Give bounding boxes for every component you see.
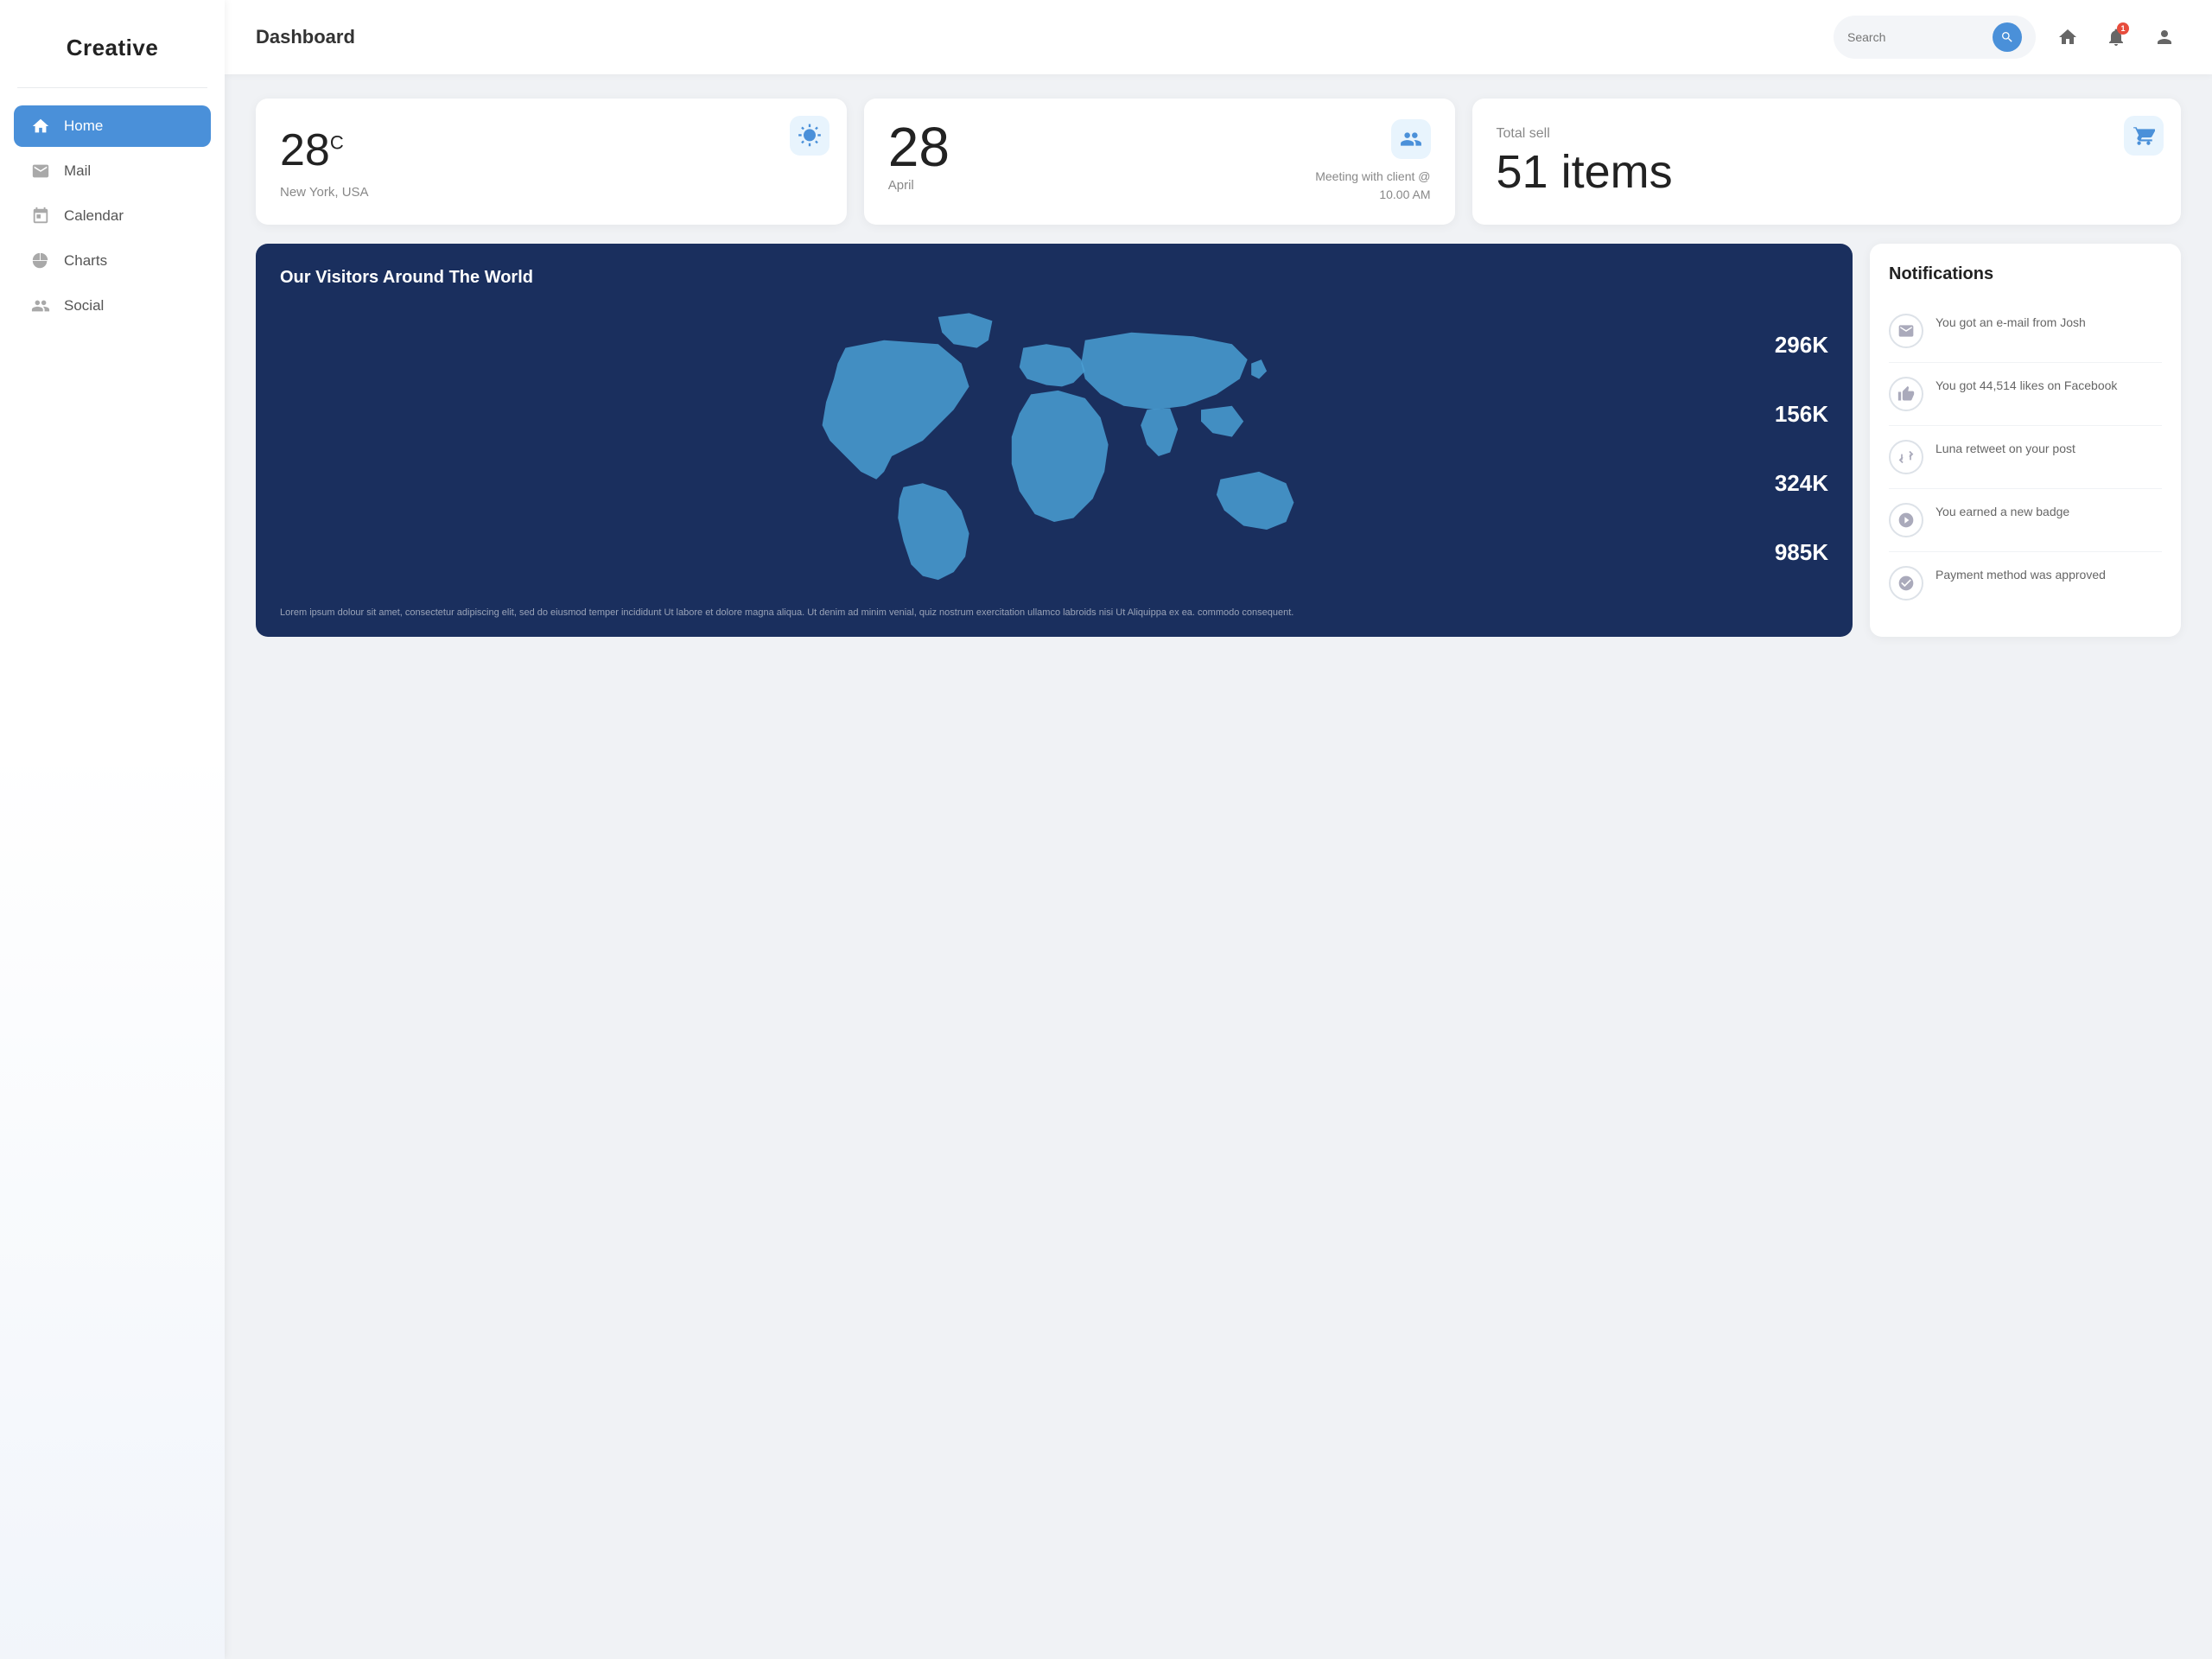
- payment-notification-icon: [1889, 566, 1923, 601]
- calendar-card: 28 April Meeting with client @ 10.00 AM: [864, 99, 1455, 225]
- notification-badge: 1: [2117, 22, 2129, 35]
- header: Dashboard 1: [225, 0, 2212, 74]
- meeting-description: Meeting with client @ 10.00 AM: [1301, 168, 1431, 204]
- page-title: Dashboard: [256, 26, 355, 48]
- retweet-notification-text: Luna retweet on your post: [1936, 440, 2075, 458]
- sidebar-item-charts[interactable]: Charts: [14, 240, 211, 282]
- calendar-month: April: [888, 178, 950, 193]
- sidebar-item-home[interactable]: Home: [14, 105, 211, 147]
- charts-icon: [31, 251, 50, 270]
- user-profile-button[interactable]: [2148, 21, 2181, 54]
- weather-location: New York, USA: [280, 185, 823, 200]
- notification-item-retweet: Luna retweet on your post: [1889, 426, 2162, 489]
- sidebar-divider: [17, 87, 207, 88]
- sidebar-item-calendar-label: Calendar: [64, 207, 124, 225]
- notifications-list: You got an e-mail from Josh You got 44,5…: [1889, 300, 2162, 614]
- facebook-notification-text: You got 44,514 likes on Facebook: [1936, 377, 2117, 395]
- sidebar-item-home-label: Home: [64, 118, 103, 135]
- sidebar-item-social-label: Social: [64, 297, 104, 315]
- sidebar-item-mail-label: Mail: [64, 162, 91, 180]
- world-stat-3: 985K: [1775, 539, 1828, 566]
- sell-card: Total sell 51 items: [1472, 99, 2182, 225]
- sidebar-item-social[interactable]: Social: [14, 285, 211, 327]
- badge-notification-text: You earned a new badge: [1936, 503, 2069, 521]
- weather-card: 28C New York, USA: [256, 99, 847, 225]
- retweet-notification-icon: [1889, 440, 1923, 474]
- weather-unit: C: [330, 132, 344, 154]
- weather-icon-badge: [790, 116, 830, 156]
- social-icon: [31, 296, 50, 315]
- main-content: Dashboard 1: [225, 0, 2212, 1659]
- top-cards-row: 28C New York, USA 28 April Meeting with …: [256, 99, 2181, 225]
- sell-icon-badge: [2124, 116, 2164, 156]
- world-stat-0: 296K: [1775, 332, 1828, 359]
- home-header-button[interactable]: [2051, 21, 2084, 54]
- content-area: 28C New York, USA 28 April Meeting with …: [225, 74, 2212, 1659]
- notification-item-facebook: You got 44,514 likes on Facebook: [1889, 363, 2162, 426]
- email-notification-text: You got an e-mail from Josh: [1936, 314, 2086, 332]
- world-map-footer: Lorem ipsum dolour sit amet, consectetur…: [280, 606, 1828, 621]
- calendar-icon: [31, 207, 50, 226]
- world-stats: 296K 156K 324K 985K: [1775, 302, 1828, 595]
- search-button[interactable]: [1993, 22, 2022, 52]
- sidebar-item-calendar[interactable]: Calendar: [14, 195, 211, 237]
- email-notification-icon: [1889, 314, 1923, 348]
- world-map-title: Our Visitors Around The World: [280, 268, 1828, 288]
- notification-button[interactable]: 1: [2100, 21, 2133, 54]
- world-map-card: Our Visitors Around The World: [256, 244, 1853, 637]
- sidebar-logo: Creative: [0, 26, 225, 87]
- world-map-area: 296K 156K 324K 985K: [280, 302, 1828, 595]
- sidebar-item-mail[interactable]: Mail: [14, 150, 211, 192]
- calendar-date-area: 28 April: [888, 119, 950, 193]
- notifications-card: Notifications You got an e-mail from Jos…: [1870, 244, 2181, 637]
- badge-notification-icon: [1889, 503, 1923, 537]
- sidebar: Creative Home Mail Cale: [0, 0, 225, 1659]
- sidebar-item-charts-label: Charts: [64, 252, 107, 270]
- search-bar: [1834, 16, 2036, 59]
- facebook-notification-icon: [1889, 377, 1923, 411]
- header-right: 1: [1834, 16, 2181, 59]
- weather-temperature: 28C: [280, 128, 823, 173]
- calendar-date: 28: [888, 119, 950, 175]
- home-icon: [31, 117, 50, 136]
- notifications-title: Notifications: [1889, 264, 2162, 284]
- bottom-row: Our Visitors Around The World: [256, 244, 2181, 637]
- world-stat-2: 324K: [1775, 470, 1828, 497]
- notification-item-email: You got an e-mail from Josh: [1889, 300, 2162, 363]
- sell-label: Total sell: [1497, 126, 2158, 142]
- search-input[interactable]: [1847, 30, 1986, 44]
- mail-icon: [31, 162, 50, 181]
- calendar-icon-badge: [1391, 119, 1431, 159]
- world-map-svg: [280, 302, 1828, 595]
- notification-item-payment: Payment method was approved: [1889, 552, 2162, 614]
- payment-notification-text: Payment method was approved: [1936, 566, 2106, 584]
- sidebar-nav: Home Mail Calendar: [0, 105, 225, 330]
- world-stat-1: 156K: [1775, 401, 1828, 428]
- notification-item-badge: You earned a new badge: [1889, 489, 2162, 552]
- sell-value: 51 items: [1497, 149, 2158, 195]
